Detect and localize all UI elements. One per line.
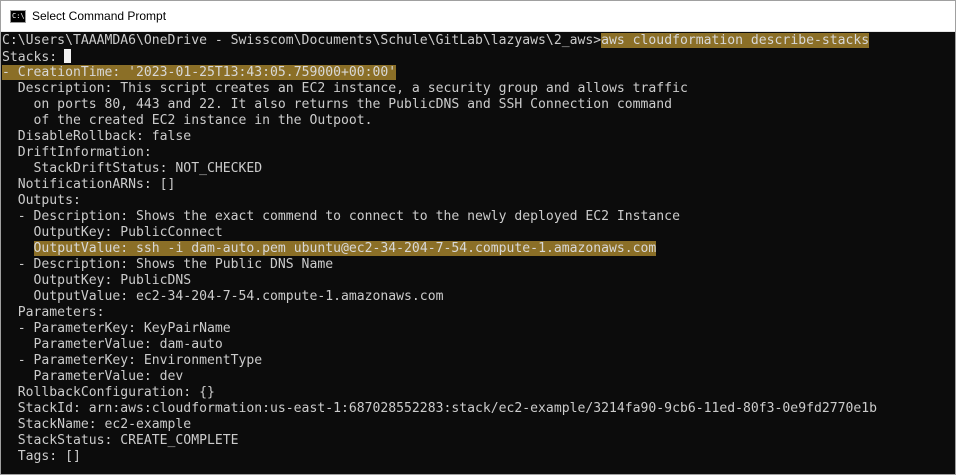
output-line: of the created EC2 instance in the Outpo… [2, 113, 373, 128]
output-line: on ports 80, 443 and 22. It also returns… [2, 97, 673, 112]
output1-value: OutputValue: ssh -i dam-auto.pem ubuntu@… [33, 241, 657, 256]
output-line: ParameterValue: dam-auto [2, 337, 223, 352]
output-line: Outputs: [2, 193, 81, 208]
output-line: Parameters: [2, 305, 105, 320]
output-line: Tags: [] [2, 449, 81, 464]
title-bar[interactable]: C:\ Select Command Prompt [1, 1, 955, 32]
text-cursor [64, 49, 72, 63]
output1-indent [2, 241, 34, 256]
output-line: StackId: arn:aws:cloudformation:us-east-… [2, 401, 878, 416]
command-prompt-window: C:\ Select Command Prompt C:\Users\TAAAM… [0, 0, 956, 475]
creation-dash: - [2, 65, 18, 80]
output-line: StackDriftStatus: NOT_CHECKED [2, 161, 263, 176]
output-line: - ParameterKey: KeyPairName [2, 321, 231, 336]
window-title: Select Command Prompt [32, 9, 167, 23]
output-line: OutputValue: ssh -i dam-auto.pem ubuntu@… [2, 241, 955, 257]
output-line: - Description: Shows the exact commend t… [2, 209, 680, 224]
output-line: - ParameterKey: EnvironmentType [2, 353, 263, 368]
output-line: OutputKey: PublicDNS [2, 273, 192, 288]
console-output[interactable]: C:\Users\TAAAMDA6\OneDrive - Swisscom\Do… [1, 33, 955, 474]
output-line: Stacks: [2, 49, 955, 65]
command-prompt-icon: C:\ [10, 9, 26, 23]
output-line: DriftInformation: [2, 145, 152, 160]
output-line: RollbackConfiguration: {} [2, 385, 215, 400]
output-line: Description: This script creates an EC2 … [2, 81, 688, 96]
creation-time: CreationTime: '2023-01-25T13:43:05.75900… [17, 65, 397, 80]
command-text: aws cloudformation describe-stacks [601, 33, 870, 48]
output-line: - CreationTime: '2023-01-25T13:43:05.759… [2, 65, 955, 81]
output-line: - Description: Shows the Public DNS Name [2, 257, 334, 272]
output-line: OutputValue: ec2-34-204-7-54.compute-1.a… [2, 289, 444, 304]
prompt-line: C:\Users\TAAAMDA6\OneDrive - Swisscom\Do… [2, 33, 955, 49]
output-line: DisableRollback: false [2, 129, 192, 144]
output-line: OutputKey: PublicConnect [2, 225, 223, 240]
output-line: StackName: ec2-example [2, 417, 192, 432]
output-line: ParameterValue: dev [2, 369, 184, 384]
output-line: NotificationARNs: [] [2, 177, 176, 192]
prompt-path: C:\Users\TAAAMDA6\OneDrive - Swisscom\Do… [2, 33, 602, 48]
output-line: StackStatus: CREATE_COMPLETE [2, 433, 239, 448]
stacks-label: Stacks: [2, 50, 58, 65]
